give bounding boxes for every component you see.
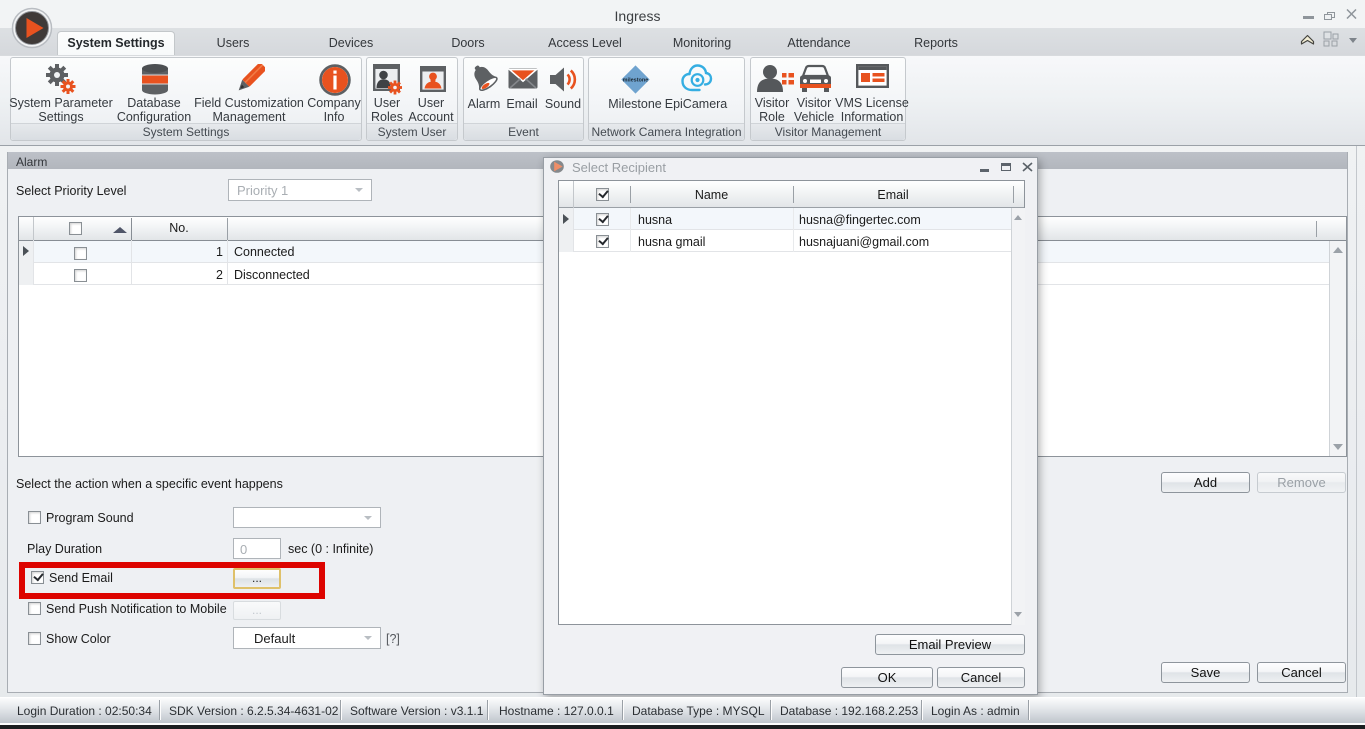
svg-text:milestone: milestone (623, 78, 649, 84)
